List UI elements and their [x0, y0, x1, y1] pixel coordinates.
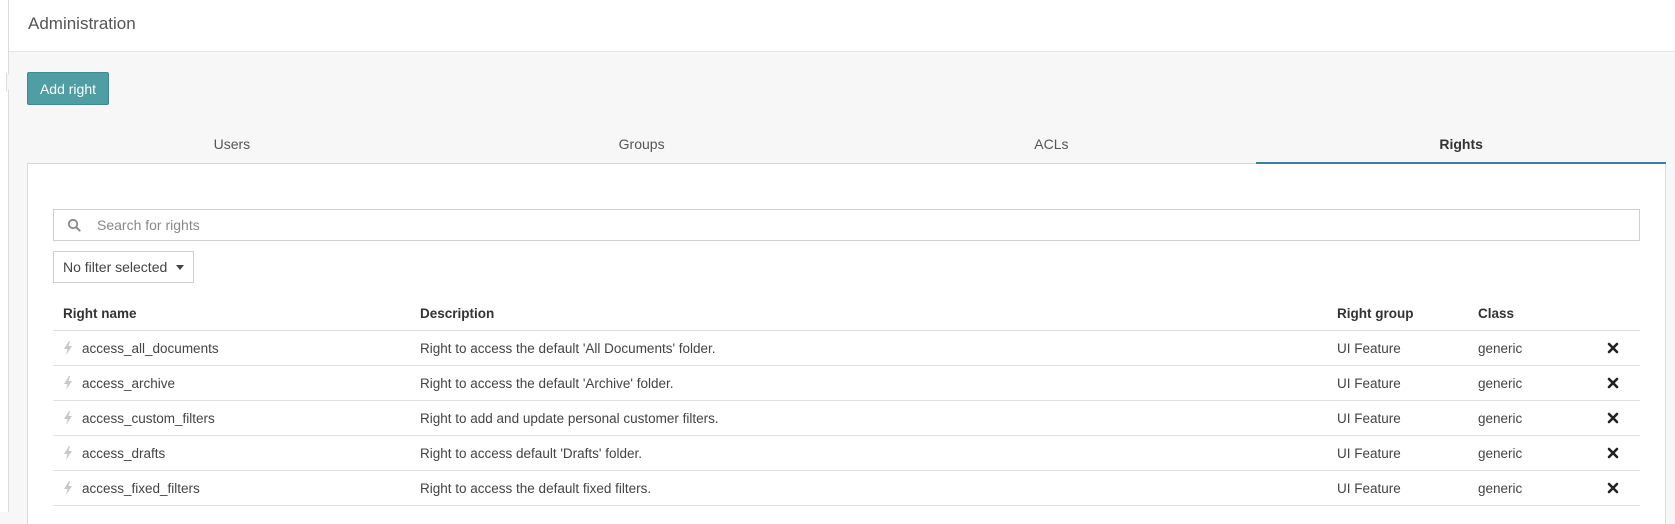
delete-icon[interactable]: [1607, 342, 1619, 354]
admin-page: Administration Add right Users Groups AC…: [0, 0, 1675, 524]
right-description: Right to add and update personal custome…: [420, 410, 719, 426]
rights-table: Right name Description Right group Class…: [53, 296, 1640, 506]
delete-icon[interactable]: [1607, 412, 1619, 424]
tab-rights[interactable]: Rights: [1256, 129, 1666, 164]
table-row[interactable]: access_all_documents Right to access the…: [53, 331, 1640, 366]
right-name-cell: access_custom_filters: [53, 411, 420, 426]
right-description: Right to access default 'Drafts' folder.: [420, 445, 643, 461]
lightning-icon: [64, 376, 72, 390]
right-group: UI Feature: [1337, 480, 1401, 496]
row-actions: [1585, 342, 1640, 354]
lightning-icon: [64, 481, 72, 495]
delete-icon[interactable]: [1607, 482, 1619, 494]
table-row[interactable]: access_archive Right to access the defau…: [53, 366, 1640, 401]
right-name: access_all_documents: [82, 340, 219, 356]
add-right-button[interactable]: Add right: [27, 72, 109, 105]
delete-icon[interactable]: [1607, 447, 1619, 459]
right-class: generic: [1478, 410, 1523, 426]
tab-users[interactable]: Users: [27, 129, 437, 164]
delete-icon[interactable]: [1607, 377, 1619, 389]
table-row[interactable]: access_fixed_filters Right to access the…: [53, 471, 1640, 506]
right-description: Right to access the default fixed filter…: [420, 480, 652, 496]
table-header: Right name Description Right group Class: [53, 296, 1640, 331]
row-actions: [1585, 377, 1640, 389]
right-class: generic: [1478, 445, 1523, 461]
column-header-right-group[interactable]: Right group: [1337, 306, 1478, 321]
right-class: generic: [1478, 340, 1523, 356]
table-row[interactable]: access_custom_filters Right to add and u…: [53, 401, 1640, 436]
column-header-description[interactable]: Description: [420, 306, 1337, 321]
right-class: generic: [1478, 480, 1523, 496]
right-group: UI Feature: [1337, 445, 1401, 461]
lightning-icon: [64, 341, 72, 355]
right-name-cell: access_fixed_filters: [53, 481, 420, 496]
right-group: UI Feature: [1337, 375, 1401, 391]
column-header-class[interactable]: Class: [1478, 306, 1585, 321]
column-header-right-name[interactable]: Right name: [53, 306, 420, 321]
right-name: access_drafts: [82, 445, 166, 461]
right-name-cell: access_drafts: [53, 446, 420, 461]
tab-groups[interactable]: Groups: [436, 129, 847, 164]
lightning-icon: [64, 411, 72, 425]
right-name-cell: access_archive: [53, 376, 420, 391]
row-actions: [1585, 447, 1640, 459]
sidebar-toggle-notch[interactable]: [6, 72, 16, 92]
filter-dropdown[interactable]: No filter selected: [53, 251, 194, 283]
right-group: UI Feature: [1337, 410, 1401, 426]
right-description: Right to access the default 'All Documen…: [420, 340, 716, 356]
admin-tabs: Users Groups ACLs Rights: [27, 129, 1666, 164]
table-row[interactable]: access_drafts Right to access default 'D…: [53, 436, 1640, 471]
page-header: Administration: [9, 0, 1675, 52]
right-group: UI Feature: [1337, 340, 1401, 356]
caret-down-icon: [176, 265, 184, 270]
search-input[interactable]: [97, 211, 1639, 239]
right-name: access_archive: [82, 375, 176, 391]
right-name: access_fixed_filters: [82, 480, 200, 496]
search-icon: [67, 218, 81, 232]
row-actions: [1585, 482, 1640, 494]
rights-panel: No filter selected Right name Descriptio…: [27, 164, 1666, 524]
tab-acls[interactable]: ACLs: [846, 129, 1257, 164]
right-name: access_custom_filters: [82, 410, 215, 426]
page-title: Administration: [28, 14, 136, 33]
filter-selected-label: No filter selected: [63, 259, 168, 275]
right-description: Right to access the default 'Archive' fo…: [420, 375, 674, 391]
row-actions: [1585, 412, 1640, 424]
lightning-icon: [64, 446, 72, 460]
table-body: access_all_documents Right to access the…: [53, 331, 1640, 506]
right-class: generic: [1478, 375, 1523, 391]
right-name-cell: access_all_documents: [53, 341, 420, 356]
search-box: [53, 209, 1640, 241]
